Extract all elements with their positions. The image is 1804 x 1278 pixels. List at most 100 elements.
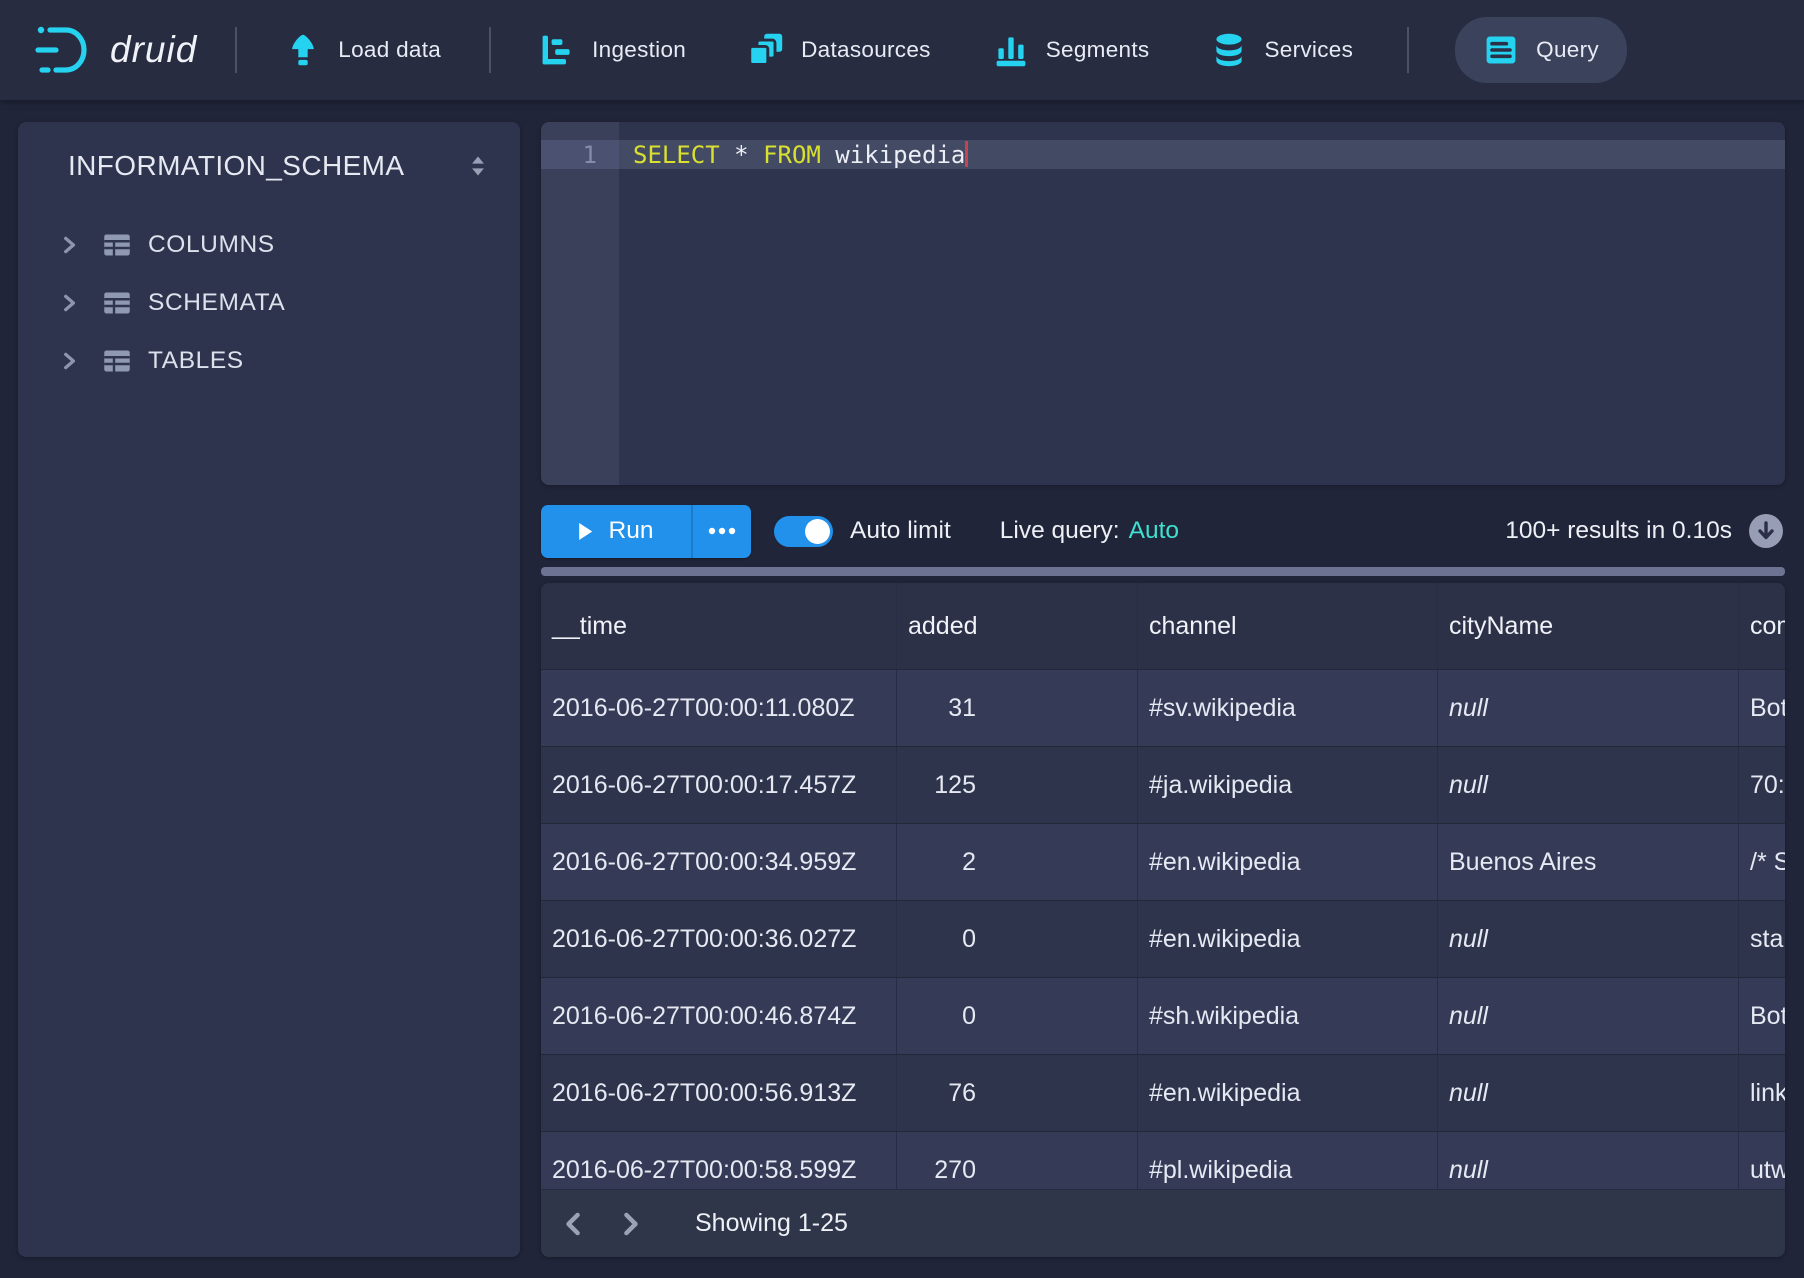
top-navbar: druid Load data Ingestio bbox=[0, 0, 1804, 100]
auto-limit-toggle[interactable] bbox=[774, 516, 833, 547]
tree-label: SCHEMATA bbox=[148, 289, 285, 317]
schema-title: INFORMATION_SCHEMA bbox=[68, 150, 404, 182]
table-cell[interactable]: null bbox=[1438, 747, 1739, 823]
toggle-knob bbox=[805, 519, 830, 544]
table-cell[interactable]: null bbox=[1438, 901, 1739, 977]
live-query-label: Live query: bbox=[1000, 517, 1120, 545]
table-cell[interactable]: 2016-06-27T00:00:56.913Z bbox=[541, 1055, 897, 1131]
chevron-right-icon[interactable] bbox=[58, 234, 80, 256]
run-more-options-button[interactable] bbox=[691, 505, 751, 558]
table-cell[interactable]: 0 bbox=[897, 901, 1138, 977]
schema-sidebar: INFORMATION_SCHEMA bbox=[18, 122, 520, 1257]
nav-item-datasources[interactable]: Datasources bbox=[748, 32, 931, 68]
nav-label: Segments bbox=[1046, 37, 1150, 63]
tree-item-columns[interactable]: COLUMNS bbox=[18, 216, 520, 274]
table-cell[interactable]: 76 bbox=[897, 1055, 1138, 1131]
column-header-channel[interactable]: channel bbox=[1138, 583, 1438, 669]
table-cell[interactable]: #en.wikipedia bbox=[1138, 824, 1438, 900]
nav-item-query-active[interactable]: Query bbox=[1455, 17, 1627, 83]
nav-label: Load data bbox=[338, 37, 441, 63]
nav-item-load-data[interactable]: Load data bbox=[285, 32, 441, 68]
chevron-left-icon bbox=[562, 1211, 588, 1237]
table-cell[interactable]: 70: bbox=[1739, 747, 1785, 823]
tree-label: COLUMNS bbox=[148, 231, 275, 259]
table-row[interactable]: 2016-06-27T00:00:36.027Z0#en.wikipedianu… bbox=[541, 901, 1785, 978]
table-cell[interactable]: /* S bbox=[1739, 824, 1785, 900]
live-query-value[interactable]: Auto bbox=[1129, 517, 1179, 545]
table-row[interactable]: 2016-06-27T00:00:46.874Z0#sh.wikipedianu… bbox=[541, 978, 1785, 1055]
table-cell[interactable]: null bbox=[1438, 1055, 1739, 1131]
table-row[interactable]: 2016-06-27T00:00:17.457Z125#ja.wikipedia… bbox=[541, 747, 1785, 824]
prev-page-button[interactable] bbox=[555, 1204, 595, 1244]
table-cell[interactable]: 2016-06-27T00:00:34.959Z bbox=[541, 824, 897, 900]
column-header-comment[interactable]: comment bbox=[1739, 583, 1785, 669]
nav-label: Services bbox=[1264, 37, 1353, 63]
pagination-label: Showing 1-25 bbox=[695, 1209, 848, 1238]
nav-divider bbox=[1407, 27, 1409, 73]
nav-label: Datasources bbox=[801, 37, 931, 63]
table-cell[interactable]: #en.wikipedia bbox=[1138, 1055, 1438, 1131]
table-cell[interactable]: 2016-06-27T00:00:11.080Z bbox=[541, 670, 897, 746]
table-cell[interactable]: 31 bbox=[897, 670, 1138, 746]
download-circle-icon bbox=[1747, 512, 1785, 550]
sql-editor[interactable]: 1 SELECT * FROM wikipedia bbox=[541, 122, 1785, 485]
table-cell[interactable]: link bbox=[1739, 1055, 1785, 1131]
chevron-right-icon[interactable] bbox=[58, 292, 80, 314]
table-cell[interactable]: #ja.wikipedia bbox=[1138, 747, 1438, 823]
line-number: 1 bbox=[541, 141, 619, 169]
table-cell[interactable]: 2016-06-27T00:00:17.457Z bbox=[541, 747, 897, 823]
run-toolbar: Run Auto limit Live query: Auto 100+ res… bbox=[541, 497, 1785, 565]
table-cell[interactable]: 2 bbox=[897, 824, 1138, 900]
tree-item-tables[interactable]: TABLES bbox=[18, 332, 520, 390]
double-caret-vertical-icon[interactable] bbox=[466, 153, 490, 179]
upload-arrow-icon bbox=[285, 32, 321, 68]
results-body: 2016-06-27T00:00:11.080Z31#sv.wikipedian… bbox=[541, 670, 1785, 1209]
query-doc-icon bbox=[1483, 32, 1519, 68]
table-cell[interactable]: #sh.wikipedia bbox=[1138, 978, 1438, 1054]
sql-keyword: FROM bbox=[763, 141, 821, 169]
table-row[interactable]: 2016-06-27T00:00:34.959Z2#en.wikipediaBu… bbox=[541, 824, 1785, 901]
editor-line-1[interactable]: 1 SELECT * FROM wikipedia bbox=[541, 140, 1785, 169]
chevron-right-icon[interactable] bbox=[58, 350, 80, 372]
gantt-chart-icon bbox=[539, 32, 575, 68]
table-cell[interactable]: 2016-06-27T00:00:46.874Z bbox=[541, 978, 897, 1054]
schema-tree: COLUMNS SCHEMATA bbox=[18, 216, 520, 390]
column-header-cityname[interactable]: cityName bbox=[1438, 583, 1739, 669]
tree-item-schemata[interactable]: SCHEMATA bbox=[18, 274, 520, 332]
run-button[interactable]: Run bbox=[541, 505, 691, 558]
next-page-button[interactable] bbox=[609, 1204, 649, 1244]
druid-logo[interactable]: druid bbox=[34, 24, 197, 76]
druid-logo-icon bbox=[34, 24, 96, 76]
nav-divider bbox=[235, 27, 237, 73]
table-cell[interactable]: 125 bbox=[897, 747, 1138, 823]
table-cell[interactable]: 2016-06-27T00:00:36.027Z bbox=[541, 901, 897, 977]
nav-item-services[interactable]: Services bbox=[1211, 32, 1353, 68]
druid-console: druid Load data Ingestio bbox=[0, 0, 1804, 1278]
download-results-button[interactable] bbox=[1747, 512, 1785, 550]
table-cell[interactable]: #en.wikipedia bbox=[1138, 901, 1438, 977]
sidebar-header: INFORMATION_SCHEMA bbox=[18, 122, 520, 182]
table-icon bbox=[102, 288, 132, 318]
results-panel: __time added channel cityName comment 20… bbox=[541, 583, 1785, 1257]
nav-item-ingestion[interactable]: Ingestion bbox=[539, 32, 686, 68]
run-button-group: Run bbox=[541, 505, 751, 558]
column-header-time[interactable]: __time bbox=[541, 583, 897, 669]
table-cell[interactable]: 0 bbox=[897, 978, 1138, 1054]
table-cell[interactable]: Buenos Aires bbox=[1438, 824, 1739, 900]
table-row[interactable]: 2016-06-27T00:00:56.913Z76#en.wikipedian… bbox=[541, 1055, 1785, 1132]
database-icon bbox=[1211, 32, 1247, 68]
table-cell[interactable]: Bot bbox=[1739, 670, 1785, 746]
horizontal-scrollbar[interactable] bbox=[541, 567, 1785, 576]
sql-text: SELECT * FROM wikipedia bbox=[619, 141, 968, 169]
column-header-added[interactable]: added bbox=[897, 583, 1138, 669]
table-cell[interactable]: Bot bbox=[1739, 978, 1785, 1054]
table-cell[interactable]: #sv.wikipedia bbox=[1138, 670, 1438, 746]
table-cell[interactable]: sta bbox=[1739, 901, 1785, 977]
table-row[interactable]: 2016-06-27T00:00:11.080Z31#sv.wikipedian… bbox=[541, 670, 1785, 747]
table-cell[interactable]: null bbox=[1438, 670, 1739, 746]
auto-limit-label: Auto limit bbox=[850, 517, 951, 545]
table-cell[interactable]: null bbox=[1438, 978, 1739, 1054]
nav-divider bbox=[489, 27, 491, 73]
nav-item-segments[interactable]: Segments bbox=[993, 32, 1150, 68]
tree-label: TABLES bbox=[148, 347, 244, 375]
